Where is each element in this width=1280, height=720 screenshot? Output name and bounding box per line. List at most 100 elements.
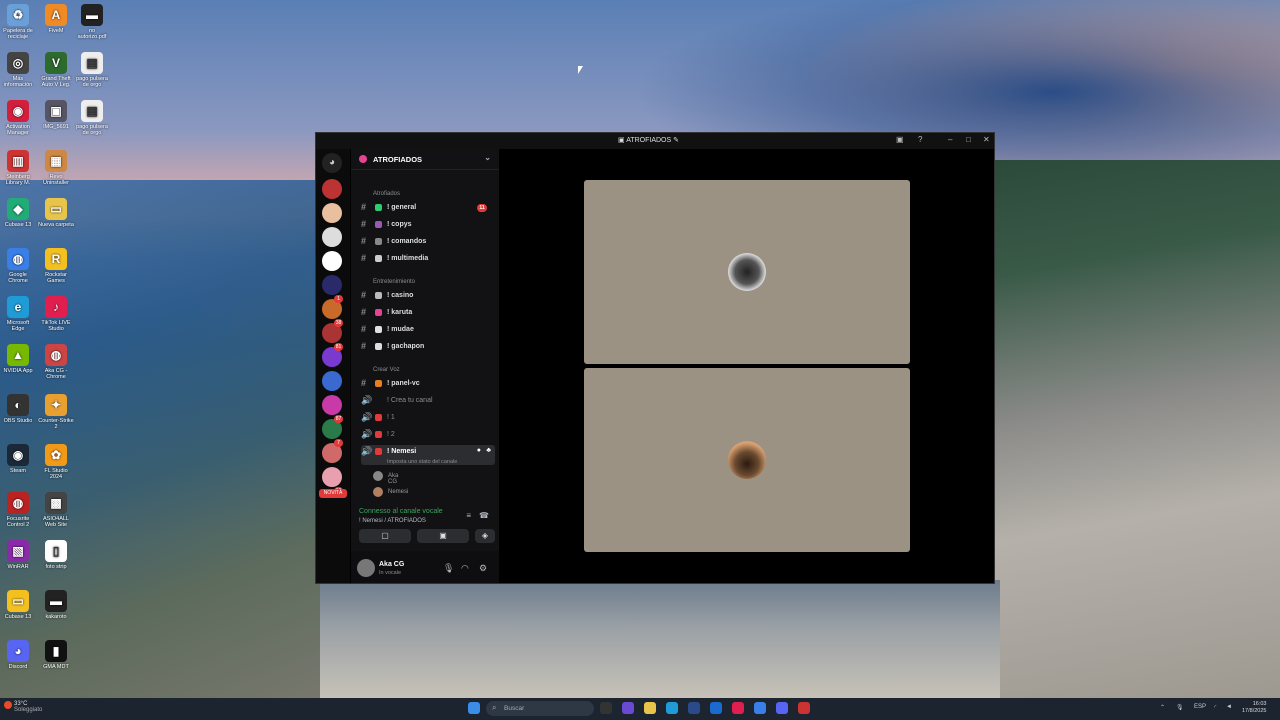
activity-button[interactable]: ◈	[475, 529, 495, 543]
desktop-icon[interactable]: ▦ Revo Uninstaller	[38, 150, 74, 186]
desktop-icon[interactable]: ◍ Aka CG - Chrome	[38, 344, 74, 380]
desktop-icon[interactable]: ▭ Cubase 13	[0, 590, 36, 620]
channel-multimedia[interactable]: #! multimedia	[361, 252, 495, 266]
category-atrofiados[interactable]: Atrofiados	[373, 191, 400, 197]
window-titlebar[interactable]: ▣ ATROFIADOS ✎ ▣ ? – □ ✕	[316, 133, 994, 149]
channel-status-placeholder[interactable]: Imposta uno stato del canale	[387, 459, 457, 465]
desktop-icon[interactable]: ✦ Counter-Strike 2	[38, 394, 74, 430]
clock[interactable]: 16:03 17/8/2025	[1242, 701, 1266, 715]
chevron-down-icon[interactable]: ⌄	[484, 153, 491, 162]
app-icon[interactable]	[798, 702, 810, 714]
desktop-icon[interactable]: ▯ foto strip	[38, 540, 74, 570]
inbox-icon[interactable]: ▣	[896, 135, 904, 144]
desktop-icon[interactable]: ♻ Papelera de reciclaje	[0, 4, 36, 40]
chat-bubble-icon[interactable]: ●	[477, 447, 481, 454]
desktop-icon[interactable]: ◕ Discord	[0, 640, 36, 670]
category-crear-voz[interactable]: Crear Voz	[373, 367, 400, 373]
server-header[interactable]: ATROFIADOS ⌄	[351, 149, 499, 170]
microphone-icon[interactable]: 🎙	[1176, 704, 1184, 711]
maximize-button[interactable]: □	[966, 135, 971, 144]
wifi-icon[interactable]: ◜	[1214, 704, 1216, 711]
participant-tile[interactable]	[584, 180, 910, 364]
desktop-icon[interactable]: ◉ Steam	[0, 444, 36, 474]
desktop-icon[interactable]: ◍ Focusrite Control 2	[0, 492, 36, 528]
desktop-icon[interactable]: ◆ Cubase 13	[0, 198, 36, 228]
taskbar-search[interactable]: ⌕ Buscar	[486, 701, 594, 716]
edge-icon[interactable]	[666, 702, 678, 714]
disconnect-icon[interactable]: ☎	[479, 511, 489, 520]
desktop-icon[interactable]: ▮ GMA MDT	[38, 640, 74, 670]
desktop-icon[interactable]: V Grand Theft Auto V Leg.	[38, 52, 74, 88]
desktop-icon[interactable]: R Rockstar Games	[38, 248, 74, 284]
help-icon[interactable]: ?	[918, 135, 922, 144]
desktop-icon[interactable]: ♪ TikTok LIVE Studio	[38, 296, 74, 332]
volume-icon[interactable]: ◄	[1226, 704, 1232, 710]
voice-channel-crea-tu-canal[interactable]: 🔊! Crea tu canal	[361, 394, 495, 408]
desktop-icon[interactable]: ▤ pago pulsera de orgo	[74, 100, 110, 136]
voice-channel-1[interactable]: 🔊! 1	[361, 411, 495, 425]
add-member-icon[interactable]: ♣	[486, 447, 491, 454]
discord-icon[interactable]	[776, 702, 788, 714]
channel-gachapon[interactable]: #! gachapon	[361, 340, 495, 354]
start-button[interactable]	[468, 702, 480, 714]
participant-tile[interactable]	[584, 368, 910, 552]
server-icon[interactable]	[322, 275, 342, 295]
desktop-icon[interactable]: ▩ ASIO4ALL Web Site	[38, 492, 74, 528]
channel-comandos[interactable]: #! comandos	[361, 235, 495, 249]
discord-home-icon[interactable]: ◕	[322, 153, 342, 173]
chrome-icon[interactable]	[754, 702, 766, 714]
server-icon[interactable]	[322, 467, 342, 487]
server-icon[interactable]	[322, 227, 342, 247]
desktop-icon[interactable]: ▬ no autorizo.pdf	[74, 4, 110, 40]
language-indicator[interactable]: ESP	[1194, 704, 1206, 710]
channel-casino[interactable]: #! casino	[361, 289, 495, 303]
task-view-icon[interactable]	[600, 702, 612, 714]
app-icon: ◉	[7, 444, 29, 466]
tiktok-icon[interactable]	[732, 702, 744, 714]
noise-suppression-icon[interactable]: ≡	[466, 511, 471, 520]
desktop-icon[interactable]: A FiveM	[38, 4, 74, 34]
desktop-icon[interactable]: ◍ Google Chrome	[0, 248, 36, 284]
close-button[interactable]: ✕	[983, 135, 990, 144]
channel-mudae[interactable]: #! mudae	[361, 323, 495, 337]
desktop-icon[interactable]: ▬ kakaroto	[38, 590, 74, 620]
server-icon[interactable]	[322, 395, 342, 415]
minimize-button[interactable]: –	[948, 135, 952, 144]
voice-channel-2[interactable]: 🔊! 2	[361, 428, 495, 442]
channel-karuta[interactable]: #! karuta	[361, 306, 495, 320]
voice-location[interactable]: ! Nemesi / ATROFIADOS	[359, 518, 426, 524]
outlook-icon[interactable]	[710, 702, 722, 714]
desktop-icon[interactable]: ✿ FL Studio 2024	[38, 444, 74, 480]
store-icon[interactable]	[688, 702, 700, 714]
file-explorer-icon[interactable]	[644, 702, 656, 714]
desktop-icon[interactable]: ◉ Activation Manager	[0, 100, 36, 136]
desktop-icon[interactable]: ▣ IMG_5691	[38, 100, 74, 130]
screen-share-button[interactable]: ▣	[417, 529, 469, 543]
server-icon[interactable]	[322, 371, 342, 391]
server-icon[interactable]	[322, 203, 342, 223]
chevron-up-icon[interactable]: ⌃	[1160, 704, 1165, 711]
headphones-icon[interactable]: ◠	[461, 563, 469, 574]
desktop-icon[interactable]: ◎ Más información	[0, 52, 36, 88]
gear-icon[interactable]: ⚙	[479, 563, 487, 574]
microphone-icon[interactable]: 🎙	[443, 563, 454, 574]
desktop-icon[interactable]: ▭ Nueva carpeta	[38, 198, 74, 228]
weather-widget[interactable]: 33°C Soleggiato	[14, 701, 42, 713]
channel-copys[interactable]: #! copys	[361, 218, 495, 232]
desktop-icon[interactable]: ▤ pago pulsera de orgo	[74, 52, 110, 88]
channel-general[interactable]: #! general 11	[361, 201, 495, 215]
desktop-icon[interactable]: ▲ NVIDIA App	[0, 344, 36, 374]
desktop-icon[interactable]: ◐ OBS Studio	[0, 394, 36, 424]
desktop-icon[interactable]: ▥ Steinberg Library M.	[0, 150, 36, 186]
desktop-icon[interactable]: e Microsoft Edge	[0, 296, 36, 332]
copilot-icon[interactable]	[622, 702, 634, 714]
desktop-icon[interactable]: ▧ WinRAR	[0, 540, 36, 570]
user-name[interactable]: Aka CG	[379, 561, 404, 568]
server-icon[interactable]	[322, 251, 342, 271]
new-badge[interactable]: NOVITÀ	[319, 489, 347, 498]
camera-button[interactable]: ▢	[359, 529, 411, 543]
avatar[interactable]	[357, 559, 375, 577]
server-icon[interactable]	[322, 179, 342, 199]
category-entretenimiento[interactable]: Entretenimiento	[373, 279, 415, 285]
channel-panel-vc[interactable]: #! panel-vc	[361, 377, 495, 391]
